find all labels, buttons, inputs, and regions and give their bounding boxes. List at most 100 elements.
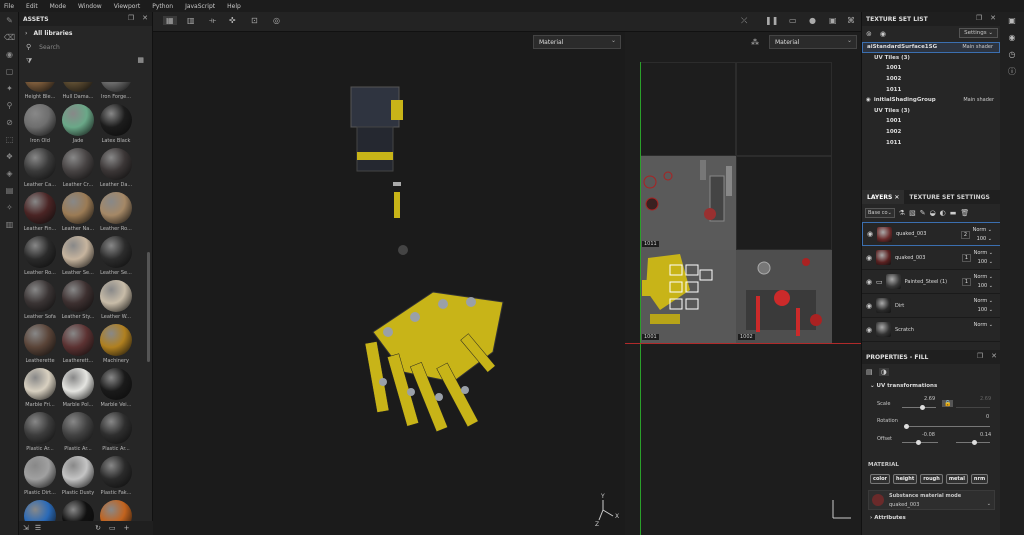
channel-dropdown[interactable]: Base co⌄ [865,208,895,218]
material-tile[interactable]: Leather W... [97,280,135,324]
layer-row[interactable]: ◉ Scratch Norm ⌄ [862,318,1001,342]
scale-slider[interactable] [902,407,936,408]
float-icon[interactable]: ❐ [977,352,983,360]
uv-tile-row[interactable]: 1001 [862,116,1000,127]
channel-chip-nrm[interactable]: nrm [970,474,989,484]
material-tile[interactable]: Iron Forge... [97,82,135,104]
material-tile[interactable]: Leather Ca... [21,148,59,192]
close-icon[interactable]: ✕ [990,14,996,22]
float-icon[interactable]: ❐ [128,14,134,22]
history-icon[interactable]: ◷ [1000,46,1024,63]
libraries-row[interactable]: › All libraries [19,26,152,40]
paint-brush-icon[interactable]: ✎ [0,12,19,29]
grid-view-icon[interactable]: ▦ [137,56,144,64]
material-tile[interactable]: Plastic Ar... [21,412,59,456]
channel-chip-metal[interactable]: metal [945,474,968,484]
bake-icon[interactable]: ❖ [0,148,19,165]
frame-icon[interactable]: ⊡ [251,16,258,25]
brush-icon[interactable]: ✎ [920,209,926,217]
material-tile[interactable]: Plastic Dirt... [21,456,59,500]
geometry-mask-icon[interactable]: ▢ [0,63,19,80]
material-tile[interactable]: Jade [59,104,97,148]
visibility-all-icon[interactable]: ⊚ [866,30,872,38]
assets-scrollbar[interactable] [147,252,150,362]
channel-chip-height[interactable]: height [893,474,918,484]
uv-tiles-group[interactable]: UV Tiles (3) [862,106,1000,117]
eye-icon[interactable]: ◉ [862,326,876,334]
eye-icon[interactable]: ◉ [862,278,876,286]
menu-mode[interactable]: Mode [50,3,66,10]
texture-set-row[interactable]: aiStandardSurface1SG Main shader [862,42,1000,53]
export-icon[interactable]: ▤ [0,182,19,199]
material-tile[interactable]: Marble Vei... [97,368,135,412]
close-icon[interactable]: ✕ [894,194,899,201]
material-tile[interactable]: Marble Fri... [21,368,59,412]
uv-tile-row[interactable]: 1001 [862,63,1000,74]
clone-icon[interactable]: ⚲ [0,97,19,114]
layer-blend[interactable]: Norm ⌄ 100 ⌄ [974,273,993,291]
selection-icon[interactable]: ⬚ [0,131,19,148]
fx-icon[interactable]: ✧ [0,199,19,216]
smudge-icon[interactable]: ✦ [0,80,19,97]
uv-tile-row[interactable]: 1002 [862,74,1000,85]
layer-effect-count[interactable]: 1 [961,254,971,262]
fill-layer-icon[interactable]: ◒ [930,209,936,217]
material-tile[interactable]: Hull Dama... [59,82,97,104]
rotation-slider[interactable] [904,426,990,427]
share-icon[interactable]: ⌘ [847,16,855,25]
menu-window[interactable]: Window [78,3,102,10]
picker-icon[interactable]: ⊘ [0,114,19,131]
material-tile[interactable]: Leatherett... [59,324,97,368]
eye-icon[interactable]: ◉ [863,230,877,238]
import-icon[interactable]: ⇲ [23,524,29,532]
display-settings-icon[interactable]: ▣ [1000,12,1024,29]
fill-settings-icon[interactable]: ▤ [866,368,873,376]
attributes-section[interactable]: › Attributes [862,512,1001,524]
uv-tile-row[interactable]: 1002 [862,127,1000,138]
material-tile[interactable]: Plastic Ar... [59,412,97,456]
uv-tile-row[interactable]: 1011 [862,84,1000,95]
disable-icon[interactable]: ⤫ [741,16,747,26]
eraser-icon[interactable]: ⌫ [0,29,19,46]
material-tile[interactable]: Leather Fin... [21,192,59,236]
snapshot-icon[interactable]: ▣ [829,16,837,25]
channel-view-icon[interactable]: ⁂ [751,38,759,47]
menu-python[interactable]: Python [152,3,173,10]
uv-tile-row[interactable]: 1011 [862,137,1000,148]
filter-icon[interactable]: ⧩ [26,57,32,66]
pose-icon[interactable]: ✜ [229,16,236,25]
refresh-icon[interactable]: ↻ [95,524,101,532]
pause-icon[interactable]: ❚❚ [765,16,778,25]
shader-settings-icon[interactable]: ◉ [1000,29,1024,46]
material-tile[interactable]: Marble Pol... [59,368,97,412]
offset-x-knob[interactable] [916,440,921,445]
float-icon[interactable]: ❐ [976,14,982,22]
info-icon[interactable]: ⓘ [1000,63,1024,80]
material-tile[interactable]: Leather Se... [97,236,135,280]
rotation-knob[interactable] [904,424,909,429]
menu-javascript[interactable]: JavaScript [185,3,215,10]
menu-file[interactable]: File [4,3,14,10]
material-tile[interactable]: Leather Se... [59,236,97,280]
tab-layers[interactable]: LAYERS ✕ [862,190,905,204]
material-tile[interactable]: Height Ble... [21,82,59,104]
layer-row[interactable]: ◉ Dirt Norm ⌄ 100 ⌄ [862,294,1001,318]
list-icon[interactable]: ☰ [35,524,41,532]
material-tile[interactable]: Plastic Fak... [97,456,135,500]
layer-row[interactable]: ◉ ▭ Painted_Steel (1) 1 Norm ⌄ 100 ⌄ [862,270,1001,294]
material-tile[interactable]: Leather Sofa [21,280,59,324]
viewport-2d[interactable]: Material ⌄ ⁂ 1011 1001 1002 [625,32,861,535]
menu-help[interactable]: Help [227,3,241,10]
menu-viewport[interactable]: Viewport [114,3,141,10]
material-tile[interactable]: Leatherette [21,324,59,368]
layer-effect-count[interactable]: 1 [961,278,971,286]
material-tile[interactable]: Leather Na... [59,192,97,236]
layer-effect-count[interactable]: 2 [960,231,970,239]
material-tile[interactable]: Leather Da... [97,148,135,192]
eye-icon[interactable]: ◉ [862,302,876,310]
scale-knob[interactable] [920,405,925,410]
layer-blend[interactable]: Norm ⌄ 100 ⌄ [973,226,992,244]
material-icon[interactable]: ◑ [878,368,889,376]
folder-icon[interactable]: ▭ [109,524,116,532]
camera-icon[interactable]: ◎ [273,16,280,25]
